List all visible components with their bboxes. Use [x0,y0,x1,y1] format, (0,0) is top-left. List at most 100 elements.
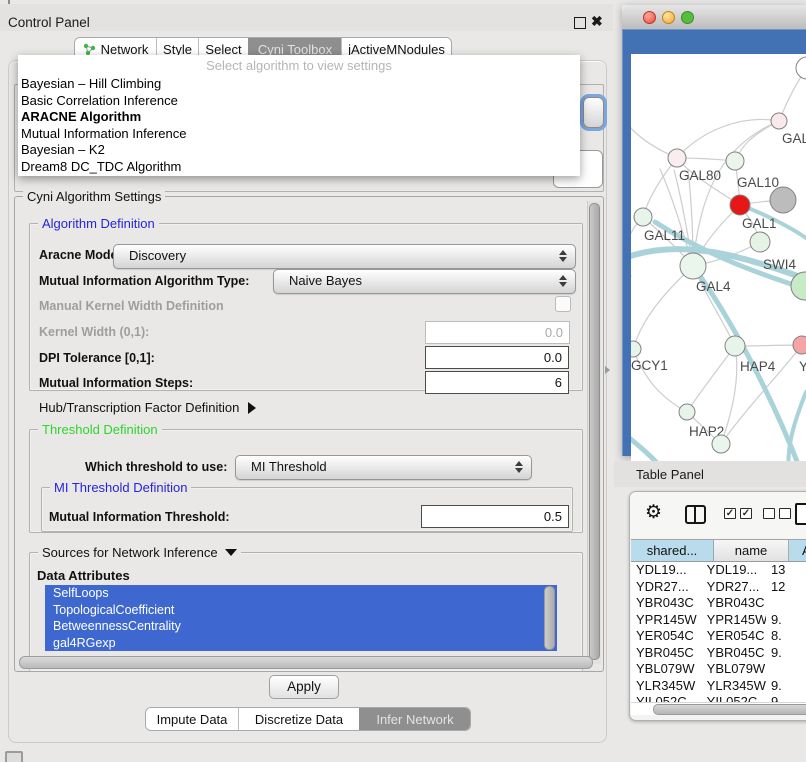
table-horizontal-scrollbar[interactable] [631,702,806,715]
network-edge[interactable] [643,158,677,217]
network-node-swi4[interactable] [750,232,770,252]
table-row[interactable]: YBR045CYBR045C9. [631,645,806,662]
table-cell: YLR345W [631,678,702,695]
network-edge[interactable] [677,119,779,158]
checked-checkbox-icon[interactable]: ✓ [724,508,736,519]
data-attributes-list[interactable]: SelfLoopsTopologicalCoefficientBetweenne… [45,585,557,651]
table-row[interactable]: YPR145WYPR145W9. [631,612,806,629]
which-threshold-combobox[interactable]: MI Threshold [235,455,532,480]
attribute-list-item[interactable]: BetweennessCentrality [45,618,557,635]
table-column-header[interactable]: A [789,539,806,562]
table-cell: 13 [766,562,806,579]
close-icon[interactable]: ✖ [591,13,603,30]
network-node-gal10[interactable] [726,152,744,170]
settings-horizontal-scrollbar[interactable] [19,656,593,669]
column-layout-icon[interactable] [685,505,706,524]
table-cell: 8. [766,628,806,645]
attribute-list-item[interactable]: gal4RGexp [45,635,557,652]
settings-vertical-scrollbar[interactable] [587,201,601,664]
collapse-down-icon[interactable] [225,549,237,556]
hub-definition-toggle[interactable]: Hub/Transcription Factor Definition [39,400,256,415]
network-node-gcy1[interactable] [631,341,641,357]
control-panel-titlebar: Control Panel ✖ [0,4,613,31]
unchecked-checkbox-icon[interactable] [763,508,775,519]
apply-button[interactable]: Apply [269,675,339,699]
kernel-width-field[interactable]: 0.0 [425,321,570,344]
checked-checkbox-icon[interactable]: ✓ [740,508,752,519]
tab-infer-network[interactable]: Infer Network [359,708,470,730]
mi-steps-field[interactable]: 6 [425,371,569,394]
network-node-label: GAL4 [696,279,731,294]
algorithm-option[interactable]: Basic Correlation Inference [18,93,580,110]
network-window-titlebar[interactable] [622,5,806,30]
list-scrollbar[interactable] [544,586,555,650]
unchecked-checkbox-icon[interactable] [779,508,791,519]
network-node-label: GAL11 [644,228,685,243]
network-node[interactable] [796,57,806,79]
algorithm-dropdown-popup: Select algorithm to view settings Bayesi… [18,55,580,176]
control-panel-title: Control Panel [8,15,90,30]
network-node-hap2[interactable] [679,404,695,420]
network-node-gal11[interactable] [634,208,652,226]
table-row[interactable]: YDR27...YDR27...12 [631,579,806,596]
network-node-label: GAL7 [782,131,806,146]
minimize-traffic-light[interactable] [662,11,675,24]
algorithm-option[interactable]: Bayesian – K2 [18,142,580,159]
dpi-tolerance-field[interactable]: 0.0 [425,346,569,369]
table-row[interactable]: YDL19...YDL19...13 [631,562,806,579]
expand-right-icon[interactable] [248,402,256,414]
network-node-hap4[interactable] [725,336,745,356]
attribute-list-item[interactable]: TopologicalCoefficient [45,602,557,619]
attribute-list-item[interactable]: SelfLoops [45,585,557,602]
kernel-width-label: Kernel Width (0,1): [39,325,149,339]
network-node-label: Y [799,359,806,374]
scrollbar-thumb[interactable] [653,704,806,715]
gear-icon[interactable]: ⚙ [645,501,662,524]
dock-square-icon[interactable] [5,751,23,762]
scrollbar-thumb[interactable] [589,203,600,660]
mi-type-combobox[interactable]: Naive Bayes [273,269,576,294]
network-node-label: SWI4 [763,257,796,272]
network-node-y[interactable] [793,336,806,354]
table-column-header[interactable]: shared... [631,539,714,562]
table-cell: YER054C [702,628,766,645]
table-row[interactable]: YBL079WYBL079W [631,661,806,678]
algorithm-option[interactable]: ARACNE Algorithm [18,109,580,126]
document-icon[interactable] [795,503,806,525]
table-row[interactable]: YER054CYER054C8. [631,628,806,645]
table-column-header[interactable]: name [714,539,789,562]
aracne-mode-combobox[interactable]: Discovery [113,244,576,269]
network-edge[interactable] [633,266,693,349]
hub-definition-label: Hub/Transcription Factor Definition [39,400,239,415]
network-node-gal1[interactable] [730,195,750,215]
table-cell: YPR145W [631,612,702,629]
algorithm-definition-title: Algorithm Definition [38,216,159,231]
network-node-gal80[interactable] [668,149,686,167]
float-window-icon[interactable] [574,17,586,29]
tab-impute-data[interactable]: Impute Data [146,708,238,730]
close-traffic-light[interactable] [643,11,656,24]
table-row[interactable]: YLR345WYLR345W9. [631,678,806,695]
panel-divider-handle[interactable] [605,366,610,374]
stepper-arrows-icon [515,460,523,474]
network-edge[interactable] [687,346,735,412]
zoom-traffic-light[interactable] [681,11,694,24]
algorithm-option[interactable]: Dream8 DC_TDC Algorithm [18,159,580,176]
hidden-algorithm-combobox[interactable] [583,97,604,128]
network-canvas[interactable]: GAL7GAL80GAL10GAL1GAL11SWI4GAL4GCY1HAP4Y… [631,54,806,469]
mi-threshold-field[interactable]: 0.5 [421,505,569,528]
table-row[interactable]: YBR043CYBR043C [631,595,806,612]
tab-discretize-data[interactable]: Discretize Data [238,708,359,730]
table-row[interactable]: YIL052CYIL052C9. [631,694,806,702]
table-body: YDL19...YDL19...13YDR27...YDR27...12YBR0… [631,562,806,702]
manual-kernel-checkbox[interactable] [555,296,571,312]
table-cell: YBR043C [702,595,766,612]
network-node-gal4[interactable] [680,253,706,279]
network-node[interactable] [770,187,796,213]
network-node[interactable] [712,435,730,453]
network-node-gal7[interactable] [771,113,787,129]
network-node-label: GCY1 [631,358,668,373]
algorithm-option[interactable]: Bayesian – Hill Climbing [18,76,580,93]
algorithm-option[interactable]: Mutual Information Inference [18,126,580,143]
network-edge[interactable] [631,276,633,349]
